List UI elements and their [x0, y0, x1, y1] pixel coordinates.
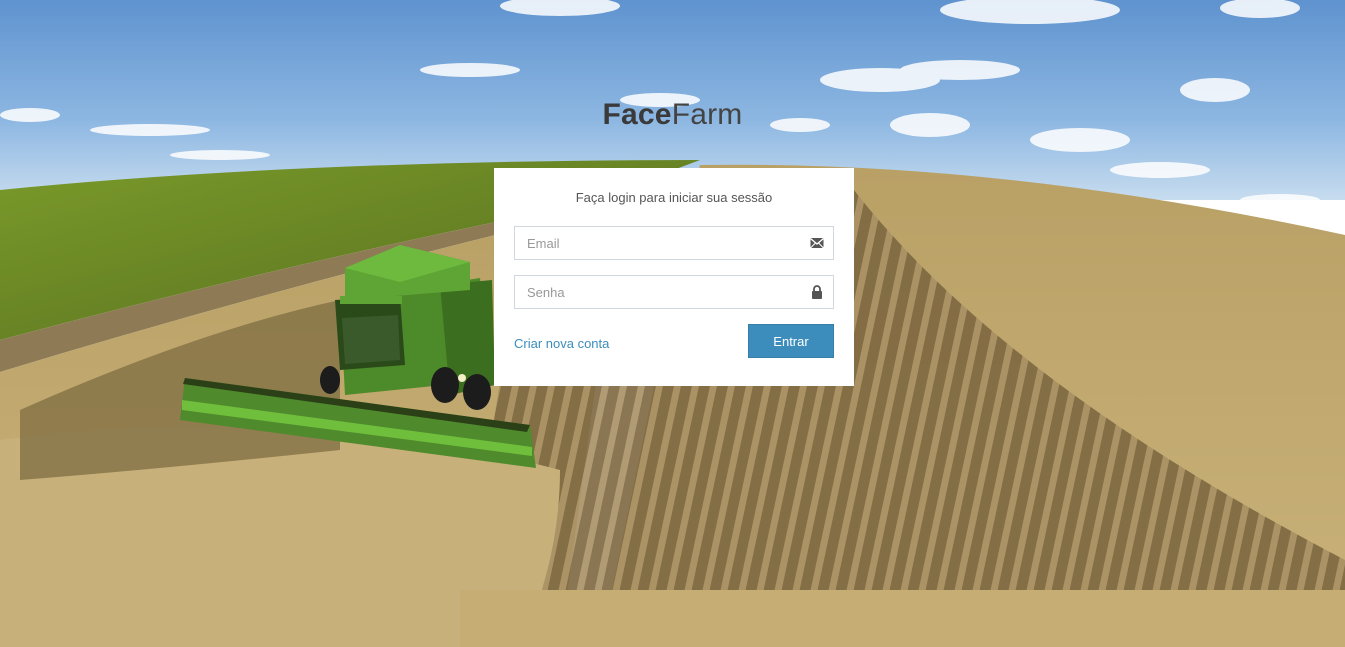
password-field-group [514, 275, 834, 309]
sign-in-button[interactable]: Entrar [748, 324, 834, 358]
envelope-icon [810, 236, 824, 250]
logo-light-text: Farm [671, 98, 743, 131]
lock-icon [810, 285, 824, 299]
email-field-group [514, 226, 834, 260]
create-account-link[interactable]: Criar nova conta [514, 336, 609, 351]
login-form: Criar nova conta Entrar [514, 226, 834, 360]
login-box-message: Faça login para iniciar sua sessão [575, 190, 773, 205]
password-input[interactable] [514, 275, 834, 309]
email-input[interactable] [514, 226, 834, 260]
login-actions-row: Criar nova conta Entrar [514, 324, 834, 360]
login-box: Faça login para iniciar sua sessão Email… [494, 168, 854, 386]
app-logo: FaceFarm [0, 98, 1345, 132]
logo-bold-text: Face [602, 98, 672, 131]
